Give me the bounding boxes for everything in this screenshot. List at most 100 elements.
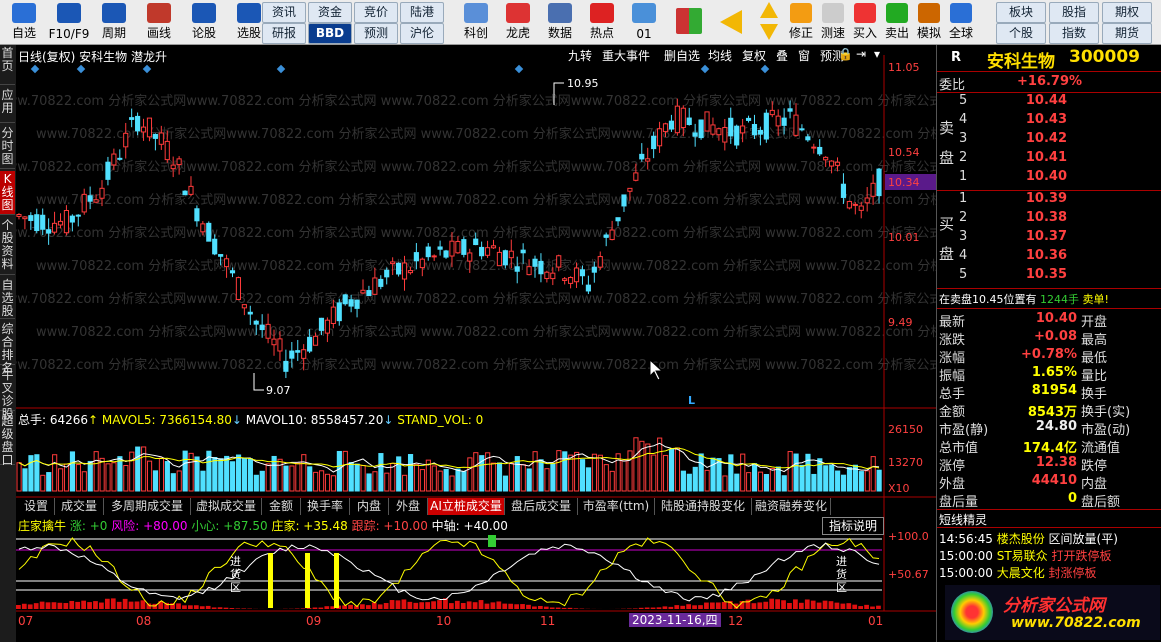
short-line-row[interactable]: 15:00:00 ST易联众 打开跌停板 [939, 547, 1112, 564]
event-diamond-icon[interactable] [76, 64, 86, 74]
toolbar-small-button[interactable]: 指数 [1049, 23, 1099, 44]
toolbar-small-button[interactable]: 期权 [1102, 2, 1152, 23]
toolbar-small-button[interactable]: BBD [308, 23, 352, 44]
event-diamond-icon[interactable] [276, 64, 286, 74]
bid-price[interactable]: 10.38 [1007, 210, 1067, 225]
toolbar-f10-button[interactable]: F10/F9 [47, 0, 91, 44]
toolbar-ipo-button[interactable]: 01 [624, 0, 664, 44]
bid-price[interactable]: 10.35 [1007, 267, 1067, 282]
toolbar-small-button[interactable]: 研报 [262, 23, 306, 44]
toolbar-hammer-button[interactable]: 模拟 [914, 0, 944, 44]
indicator-tab[interactable]: 陆股通持股变化 [655, 498, 752, 515]
color-grid-icon[interactable] [676, 8, 702, 34]
short-line-row[interactable]: 15:00:00 大晨文化 封涨停板 [939, 564, 1097, 581]
ask-price[interactable]: 10.44 [1007, 93, 1067, 108]
left-tab-3[interactable]: K线图 [0, 171, 15, 215]
chart-menu-item[interactable]: 九转 [568, 47, 592, 64]
indicator-bar [401, 599, 407, 609]
toolbar-small-button[interactable]: 沪伦 [400, 23, 444, 44]
indicator-help-button[interactable]: 指标说明 [822, 517, 885, 535]
chart-menu-item[interactable]: 窗 [798, 47, 810, 64]
event-diamond-icon[interactable] [142, 64, 152, 74]
chart-menu-item[interactable]: 删自选 [664, 47, 700, 64]
toolbar-small-button[interactable]: 资金 [308, 2, 352, 23]
lock-icon[interactable]: 🔒 [838, 47, 853, 61]
kline-chart-panel[interactable]: www.70822.com 分析家公式网www.70822.com 分析家公式网… [16, 45, 936, 642]
candle-body [455, 241, 461, 254]
toolbar-small-button[interactable]: 个股 [996, 23, 1046, 44]
toolbar-label: 买入 [852, 26, 877, 40]
toolbar-small-button[interactable]: 陆港 [400, 2, 444, 23]
volume-bar [757, 471, 764, 492]
left-tab-6[interactable]: 综合排名 [0, 321, 15, 375]
indicator-tab[interactable]: 融资融券变化 [752, 498, 831, 515]
indicator-tab[interactable]: 换手率 [301, 498, 350, 515]
toolbar-data-button[interactable]: 数据 [540, 0, 580, 44]
indicator-tab[interactable]: 市盈率(ttm) [578, 498, 655, 515]
up-arrow-icon[interactable] [760, 2, 778, 18]
indicator-tab[interactable]: 盘后成交量 [505, 498, 578, 515]
event-diamond-icon[interactable] [760, 64, 770, 74]
down-arrow-icon[interactable] [760, 24, 778, 40]
candle-body [271, 338, 277, 346]
toolbar-dragon-button[interactable]: 龙虎 [498, 0, 538, 44]
indicator-tab[interactable]: 外盘 [389, 498, 428, 515]
toolbar-globe-button[interactable]: 全球 [946, 0, 976, 44]
toolbar-fix-button[interactable]: 修正 [786, 0, 816, 44]
candle-body [621, 194, 627, 207]
indicator-tab[interactable]: AI立桩成交量 [428, 498, 505, 515]
indicator-tab[interactable]: 成交量 [55, 498, 104, 515]
left-tab-4[interactable]: 个股资料 [0, 217, 15, 275]
bid-price[interactable]: 10.36 [1007, 248, 1067, 263]
toolbar-pencil-button[interactable]: 画线 [137, 0, 181, 44]
left-tab-7[interactable]: 牛叉诊股 [0, 367, 15, 421]
short-line-row[interactable]: 14:56:45 楼杰股份 区间放量(平) [939, 530, 1118, 547]
toolbar-discuss-button[interactable]: 论股 [182, 0, 226, 44]
event-diamond-icon[interactable] [514, 64, 524, 74]
left-tab-2[interactable]: 分时图 [0, 125, 15, 169]
toolbar-sci-button[interactable]: 科创 [456, 0, 496, 44]
bid-price[interactable]: 10.39 [1007, 191, 1067, 206]
short-line-title[interactable]: 短线精灵 [939, 511, 987, 528]
toolbar-small-button[interactable]: 期货 [1102, 23, 1152, 44]
left-tab-8[interactable]: 超级盘口 [0, 413, 15, 467]
left-tab-0[interactable]: 首页 [0, 45, 15, 85]
ask-price[interactable]: 10.42 [1007, 131, 1067, 146]
dropdown-icon[interactable]: ▾ [874, 47, 880, 61]
toolbar-clock-button[interactable]: 周期 [92, 0, 136, 44]
toolbar-small-button[interactable]: 竞价 [354, 2, 398, 23]
back-arrow-icon[interactable] [720, 10, 742, 34]
toolbar-buy-button[interactable]: 买入 [850, 0, 880, 44]
chart-menu-item[interactable]: 复权 [742, 47, 766, 64]
toolbar-small-button[interactable]: 股指 [1049, 2, 1099, 23]
chart-menu-item[interactable]: 叠 [776, 47, 788, 64]
toolbar-speed-button[interactable]: 测速 [818, 0, 848, 44]
toolbar-star-button[interactable]: 自选 [2, 0, 46, 44]
chart-menu-item[interactable]: 均线 [708, 47, 732, 64]
event-diamond-icon[interactable] [30, 64, 40, 74]
ask-price[interactable]: 10.41 [1007, 150, 1067, 165]
toolbar-small-button[interactable]: 预测 [354, 23, 398, 44]
toolbar-small-button[interactable]: 板块 [996, 2, 1046, 23]
indicator-bar [555, 607, 561, 609]
event-diamond-icon[interactable] [700, 64, 710, 74]
expand-icon[interactable]: ⇥ [856, 47, 866, 61]
indicator-tab[interactable]: 内盘 [350, 498, 389, 515]
left-tab-1[interactable]: 应用 [0, 87, 15, 123]
candle-body [556, 255, 562, 268]
ask-price[interactable]: 10.43 [1007, 112, 1067, 127]
indicator-bar [674, 605, 680, 609]
toolbar-small-button[interactable]: 资讯 [262, 2, 306, 23]
indicator-tab[interactable]: 金额 [262, 498, 301, 515]
indicator-tab[interactable]: 虚拟成交量 [191, 498, 262, 515]
indicator-tab[interactable]: 设置 [18, 498, 55, 515]
chart-menu-item[interactable]: 重大事件 [602, 47, 650, 64]
bid-price[interactable]: 10.37 [1007, 229, 1067, 244]
ask-price[interactable]: 10.40 [1007, 169, 1067, 184]
kline-chart-svg[interactable]: www.70822.com 分析家公式网www.70822.com 分析家公式网… [16, 45, 936, 642]
toolbar-hot-button[interactable]: 热点 [582, 0, 622, 44]
left-tab-5[interactable]: 自选股 [0, 277, 15, 319]
indicator-tab[interactable]: 多周期成交量 [104, 498, 191, 515]
toolbar-sell-button[interactable]: 卖出 [882, 0, 912, 44]
indicator-bar [715, 602, 721, 609]
